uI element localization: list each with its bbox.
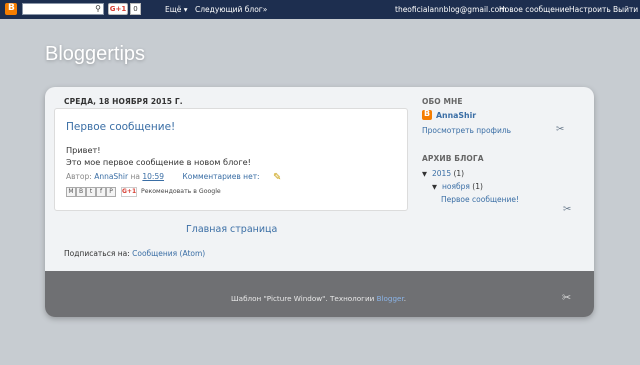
post-body-line: Это мое первое сообщение в новом блоге!	[66, 157, 251, 167]
subscribe-line: Подписаться на: Сообщения (Atom)	[64, 249, 205, 258]
main-container: СРЕДА, 18 НОЯБРЯ 2015 Г. Первое сообщени…	[45, 87, 594, 317]
home-page-link[interactable]: Главная страница	[186, 224, 277, 235]
archive-month-count: (1)	[472, 182, 483, 191]
archive-year-link[interactable]: 2015	[432, 169, 451, 178]
blogger-link[interactable]: Blogger	[377, 294, 404, 303]
post-time-link[interactable]: 10:59	[142, 172, 164, 181]
about-heading: ОБО МНЕ	[422, 97, 463, 106]
archive-month: ▼ ноября (1)	[432, 182, 483, 191]
post-body-line: Привет!	[66, 145, 101, 155]
archive-year-count: (1)	[453, 169, 465, 178]
user-email[interactable]: theoficialannblog@gmail.com	[395, 5, 507, 14]
view-profile-link[interactable]: Просмотреть профиль	[422, 126, 511, 135]
pinterest-share-icon[interactable]: P	[106, 187, 116, 197]
sign-out-link[interactable]: Выйти	[613, 5, 638, 14]
gplus-count: 0	[130, 3, 141, 15]
profile-name-link[interactable]: AnnaShir	[436, 111, 476, 120]
gplus-share-button[interactable]: G+1	[121, 187, 137, 197]
footer: Шаблон "Picture Window". Технологии Blog…	[45, 271, 594, 317]
search-icon[interactable]: ⚲	[95, 4, 101, 13]
share-buttons: M B t f P G+1 Рекомендовать в Google	[66, 187, 221, 197]
footer-text: Шаблон "Picture Window". Технологии	[231, 294, 375, 303]
archive-heading: АРХИВ БЛОГА	[422, 154, 484, 163]
post-footer: Автор: AnnaShir на 10:59 Комментариев не…	[66, 172, 260, 181]
email-share-icon[interactable]: M	[66, 187, 76, 197]
new-post-link[interactable]: Новое сообщение	[499, 5, 569, 14]
expand-triangle-icon[interactable]: ▼	[422, 170, 427, 178]
post-body: Привет! Это мое первое сообщение в новом…	[66, 144, 251, 168]
edit-gadget-icon[interactable]: ✂	[563, 204, 571, 215]
author-link[interactable]: AnnaShir	[94, 172, 128, 181]
next-blog-link[interactable]: Следующий блог»	[195, 5, 267, 14]
blogthis-share-icon[interactable]: B	[76, 187, 86, 197]
profile-blogger-icon	[422, 109, 432, 120]
blog-title[interactable]: Bloggertips	[45, 43, 145, 66]
gplus-button[interactable]: G+1	[108, 3, 128, 15]
expand-triangle-icon[interactable]: ▼	[432, 183, 437, 191]
date-header: СРЕДА, 18 НОЯБРЯ 2015 Г.	[64, 97, 183, 106]
edit-pencil-icon[interactable]: ✎	[273, 172, 281, 183]
blogger-logo-icon[interactable]	[5, 3, 17, 15]
post-card: Первое сообщение! Привет! Это мое первое…	[54, 108, 408, 211]
comments-link[interactable]: Комментариев нет:	[182, 172, 259, 181]
archive-month-link[interactable]: ноября	[442, 182, 470, 191]
twitter-share-icon[interactable]: t	[86, 187, 96, 197]
atom-feed-link[interactable]: Сообщения (Atom)	[132, 249, 205, 258]
navbar-search-input[interactable]: ⚲	[22, 3, 104, 15]
footer-attribution: Шаблон "Picture Window". Технологии Blog…	[231, 294, 406, 303]
archive-year: ▼ 2015 (1)	[422, 169, 464, 178]
blogger-navbar: ⚲ G+1 0 Ещё ▾ Следующий блог» theoficial…	[0, 0, 640, 19]
edit-layout-icon[interactable]: ✂	[562, 291, 571, 304]
more-menu[interactable]: Ещё ▾	[165, 5, 188, 14]
footer-period: .	[403, 294, 407, 303]
facebook-share-icon[interactable]: f	[96, 187, 106, 197]
author-prefix: Автор:	[66, 172, 92, 181]
archive-post-link[interactable]: Первое сообщение!	[441, 195, 519, 204]
post-title[interactable]: Первое сообщение!	[66, 121, 175, 133]
settings-link[interactable]: Настроить	[569, 5, 611, 14]
at-label: на	[130, 172, 141, 181]
subscribe-prefix: Подписаться на:	[64, 249, 130, 258]
edit-gadget-icon[interactable]: ✂	[556, 124, 564, 135]
recommend-label: Рекомендовать в Google	[141, 188, 221, 195]
